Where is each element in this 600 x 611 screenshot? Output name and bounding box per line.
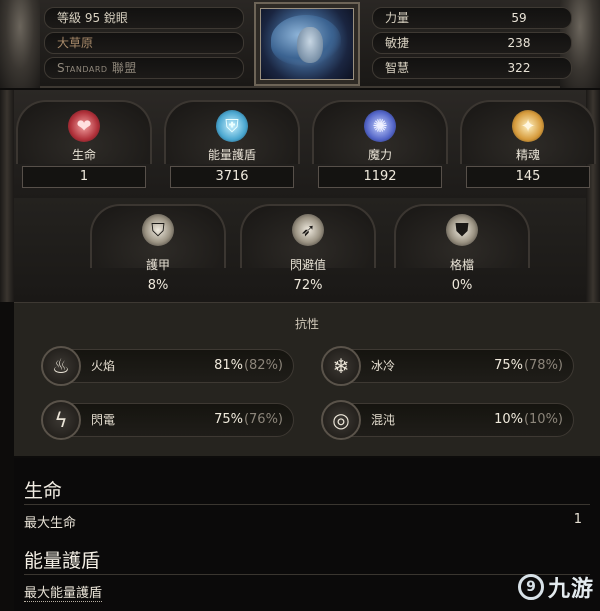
attribute-value: 238 bbox=[507, 36, 531, 50]
stat-line-max-life[interactable]: 最大生命 1 bbox=[24, 512, 590, 531]
attribute-value: 59 bbox=[511, 11, 527, 25]
resist-value: 10% bbox=[494, 412, 523, 427]
stat-value: 145 bbox=[466, 166, 590, 188]
resist-value: 75% bbox=[214, 412, 243, 427]
resist-row-lightning[interactable]: ϟ 閃電 75% (76%) bbox=[41, 400, 294, 440]
stat-label: 格檔 bbox=[449, 258, 474, 272]
stat-line-label: 最大能量護盾 bbox=[24, 586, 103, 602]
character-portrait bbox=[260, 8, 354, 80]
chaos-icon: ◎ bbox=[321, 400, 361, 440]
stat-value: 0% bbox=[451, 278, 473, 293]
resist-label: 閃電 bbox=[91, 413, 116, 427]
stat-panel-armour[interactable]: ⛉ 護甲 8% bbox=[90, 204, 226, 300]
stat-label: 魔力 bbox=[367, 148, 392, 162]
resist-max: (78%) bbox=[523, 358, 563, 373]
resist-row-chaos[interactable]: ◎ 混沌 10% (10%) bbox=[321, 400, 574, 440]
resistances-section: 抗性 ♨ 火焰 81% (82%) ❄ 冰冷 75% (78%) ϟ 閃電 75… bbox=[14, 302, 600, 456]
resist-max: (10%) bbox=[523, 412, 563, 427]
area-name: 大草原 bbox=[57, 36, 94, 50]
resist-max: (76%) bbox=[243, 412, 283, 427]
stat-panel-mana[interactable]: ✺ 魔力 1192 bbox=[312, 100, 448, 192]
stat-panel-evasion[interactable]: ➶ 閃避值 72% bbox=[240, 204, 376, 300]
attribute-row-intelligence[interactable]: 智慧 322 bbox=[372, 57, 572, 79]
resist-row-cold[interactable]: ❄ 冰冷 75% (78%) bbox=[321, 346, 574, 386]
attribute-label: 智慧 bbox=[385, 61, 410, 75]
lightning-icon: ϟ bbox=[41, 400, 81, 440]
watermark-text: 九游 bbox=[547, 577, 594, 602]
armour-icon: ⛉ bbox=[142, 214, 174, 246]
attribute-value: 322 bbox=[507, 61, 531, 75]
resist-label: 混沌 bbox=[371, 413, 396, 427]
stat-label: 生命 bbox=[71, 148, 96, 162]
stat-line-max-energy-shield[interactable]: 最大能量護盾 bbox=[24, 582, 590, 602]
stat-panel-spirit[interactable]: ✦ 精魂 145 bbox=[460, 100, 596, 192]
stat-line-label: 最大生命 bbox=[24, 516, 77, 531]
mana-icon: ✺ bbox=[364, 110, 396, 142]
evasion-icon: ➶ bbox=[292, 214, 324, 246]
league-name: Standard 聯盟 bbox=[57, 61, 137, 75]
energy-shield-icon: ⛨ bbox=[216, 110, 248, 142]
primary-stats-band: ❤ 生命 1 ⛨ 能量護盾 3716 ✺ 魔力 1192 ✦ 精魂 145 bbox=[0, 90, 600, 198]
character-level-text: 等級 95 銳眼 bbox=[57, 11, 128, 25]
watermark: 9 九游 bbox=[517, 571, 594, 603]
spirit-icon: ✦ bbox=[512, 110, 544, 142]
fire-icon: ♨ bbox=[41, 346, 81, 386]
character-header: 等級 95 銳眼 大草原 Standard 聯盟 力量 59 敏捷 238 智慧… bbox=[0, 0, 600, 88]
character-portrait-frame bbox=[254, 2, 360, 86]
resistances-title: 抗性 bbox=[294, 317, 319, 331]
stat-details-list[interactable]: 生命 最大生命 1 能量護盾 最大能量護盾 bbox=[14, 458, 600, 611]
stat-value: 72% bbox=[293, 278, 323, 293]
statue-decoration-left bbox=[0, 0, 40, 88]
resist-label: 火焰 bbox=[91, 359, 116, 373]
defence-stats-band: ⛉ 護甲 8% ➶ 閃避值 72% ⛊ 格檔 0% bbox=[0, 198, 600, 302]
stat-line-value: 1 bbox=[573, 512, 582, 527]
resist-label: 冰冷 bbox=[371, 359, 396, 373]
stat-value: 1192 bbox=[318, 166, 442, 188]
resist-value: 81% bbox=[214, 358, 243, 373]
section-title-life: 生命 bbox=[24, 480, 63, 502]
character-level-row: 等級 95 銳眼 bbox=[44, 7, 244, 29]
attribute-row-dexterity[interactable]: 敏捷 238 bbox=[372, 32, 572, 54]
attribute-label: 敏捷 bbox=[385, 36, 410, 50]
area-row: 大草原 bbox=[44, 32, 244, 54]
stat-panel-life[interactable]: ❤ 生命 1 bbox=[16, 100, 152, 192]
block-shield-icon: ⛊ bbox=[446, 214, 478, 246]
stat-panel-block[interactable]: ⛊ 格檔 0% bbox=[394, 204, 530, 300]
league-row: Standard 聯盟 bbox=[44, 57, 244, 79]
attribute-label: 力量 bbox=[385, 11, 410, 25]
stat-value: 1 bbox=[22, 166, 146, 188]
stat-label: 護甲 bbox=[145, 258, 170, 272]
cold-icon: ❄ bbox=[321, 346, 361, 386]
attribute-row-strength[interactable]: 力量 59 bbox=[372, 7, 572, 29]
stat-label: 精魂 bbox=[515, 148, 540, 162]
stat-label: 閃避值 bbox=[289, 258, 326, 272]
section-title-energy-shield: 能量護盾 bbox=[24, 550, 101, 572]
stat-label: 能量護盾 bbox=[207, 148, 256, 162]
stat-value: 3716 bbox=[170, 166, 294, 188]
stat-value: 8% bbox=[147, 278, 169, 293]
resist-row-fire[interactable]: ♨ 火焰 81% (82%) bbox=[41, 346, 294, 386]
resist-max: (82%) bbox=[243, 358, 283, 373]
stat-panel-energy-shield[interactable]: ⛨ 能量護盾 3716 bbox=[164, 100, 300, 192]
watermark-logo-icon: 9 bbox=[517, 574, 544, 600]
resist-value: 75% bbox=[494, 358, 523, 373]
heart-icon: ❤ bbox=[68, 110, 100, 142]
